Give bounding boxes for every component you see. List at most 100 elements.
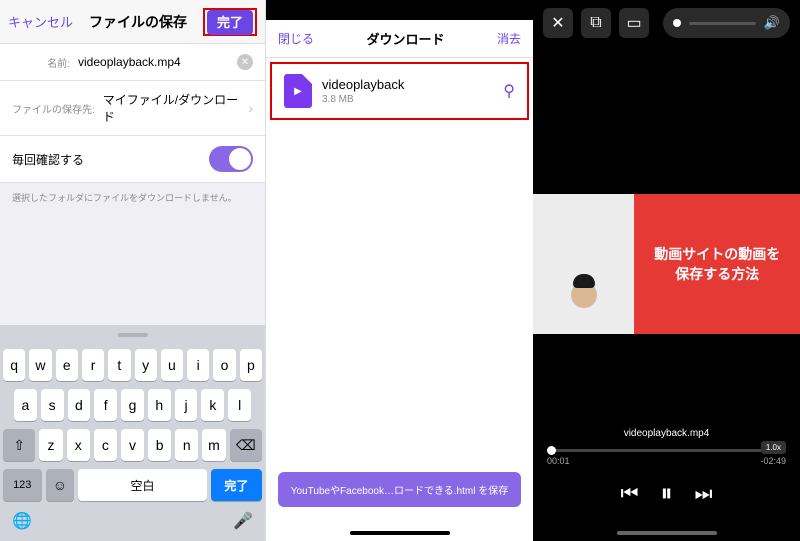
time-labels: 00:01 -02:49: [533, 452, 800, 470]
key-i[interactable]: i: [187, 349, 209, 381]
globe-icon[interactable]: 🌐: [12, 511, 32, 531]
key-h[interactable]: h: [148, 389, 171, 421]
volume-slider[interactable]: 🔊: [663, 8, 790, 38]
filename-input[interactable]: videoplayback.mp4: [78, 55, 237, 69]
home-indicator[interactable]: [617, 531, 717, 535]
clear-button[interactable]: 消去: [497, 30, 521, 47]
download-item[interactable]: ▶ videoplayback 3.8 MB ⚲: [270, 62, 529, 120]
scrub-track: [547, 449, 786, 452]
video-player-panel: ✕ ⧉ ▭ 🔊 動画サイトの動画を 保存する方法 videoplayback.m…: [533, 0, 800, 541]
player-top-bar: ✕ ⧉ ▭ 🔊: [533, 0, 800, 46]
clear-icon[interactable]: ✕: [237, 54, 253, 70]
volume-thumb[interactable]: [673, 19, 681, 27]
key-row-1: q w e r t y u i o p: [0, 345, 265, 385]
keyboard-handle[interactable]: [118, 333, 148, 337]
cast-icon[interactable]: ▭: [619, 8, 649, 38]
key-c[interactable]: c: [94, 429, 117, 461]
keyboard-bottom: 🌐 🎤: [0, 505, 265, 541]
close-icon[interactable]: ✕: [543, 8, 573, 38]
speaker-icon: 🔊: [764, 15, 780, 31]
chevron-right-icon: ›: [248, 100, 253, 116]
downloads-panel: 閉じる ダウンロード 消去 ▶ videoplayback 3.8 MB ⚲ Y…: [266, 0, 533, 541]
status-bar: [266, 0, 533, 20]
toast-message: YouTubeやFacebook…ロードできる.html を保存: [278, 472, 521, 507]
key-t[interactable]: t: [108, 349, 130, 381]
key-row-2: a s d f g h j k l: [0, 385, 265, 425]
thumbnail-text: 動画サイトの動画を 保存する方法: [634, 194, 800, 334]
save-file-panel: キャンセル ファイルの保存 完了 名前: videoplayback.mp4 ✕…: [0, 0, 266, 541]
key-r[interactable]: r: [82, 349, 104, 381]
pause-icon[interactable]: ⏸: [661, 480, 673, 508]
key-s[interactable]: s: [41, 389, 64, 421]
navbar: キャンセル ファイルの保存 完了: [0, 0, 265, 44]
thumb-line1: 動画サイトの動画を: [654, 244, 780, 264]
thumb-line2: 保存する方法: [675, 264, 759, 284]
video-thumbnail[interactable]: 動画サイトの動画を 保存する方法: [533, 194, 800, 334]
key-u[interactable]: u: [161, 349, 183, 381]
thumbnail-person: [533, 194, 634, 334]
key-e[interactable]: e: [56, 349, 78, 381]
key-w[interactable]: w: [29, 349, 51, 381]
home-indicator[interactable]: [350, 531, 450, 535]
key-z[interactable]: z: [39, 429, 62, 461]
remaining-time: -02:49: [760, 456, 786, 466]
delete-key[interactable]: ⌫: [230, 429, 262, 461]
key-k[interactable]: k: [201, 389, 224, 421]
note-text: 選択したフォルダにファイルをダウンロードしません。: [0, 183, 265, 212]
shift-key[interactable]: ⇧: [3, 429, 35, 461]
pip-icon[interactable]: ⧉: [581, 8, 611, 38]
page-title: ファイルの保存: [89, 12, 187, 32]
filename-row[interactable]: 名前: videoplayback.mp4 ✕: [0, 44, 265, 81]
key-row-4: 123 ☺ 空白 完了: [0, 465, 265, 505]
scrub-thumb[interactable]: [547, 446, 556, 455]
key-j[interactable]: j: [175, 389, 198, 421]
space-key[interactable]: 空白: [78, 469, 206, 501]
numeric-key[interactable]: 123: [3, 469, 42, 501]
highlight-box: 完了: [203, 8, 257, 36]
search-icon[interactable]: ⚲: [503, 81, 515, 101]
key-b[interactable]: b: [148, 429, 171, 461]
volume-track: [689, 22, 756, 25]
confirm-toggle[interactable]: [209, 146, 253, 172]
confirm-row: 毎回確認する: [0, 136, 265, 183]
key-x[interactable]: x: [67, 429, 90, 461]
location-value: マイファイル/ダウンロード: [103, 91, 249, 125]
downloads-title: ダウンロード: [366, 29, 444, 48]
name-label: 名前:: [12, 55, 70, 70]
cancel-button[interactable]: キャンセル: [8, 12, 73, 31]
key-m[interactable]: m: [202, 429, 225, 461]
location-label: ファイルの保存先:: [12, 101, 95, 116]
key-q[interactable]: q: [3, 349, 25, 381]
prev-track-icon[interactable]: ⏮: [621, 483, 639, 506]
key-o[interactable]: o: [213, 349, 235, 381]
key-y[interactable]: y: [135, 349, 157, 381]
elapsed-time: 00:01: [547, 456, 570, 466]
key-l[interactable]: l: [228, 389, 251, 421]
keyboard: q w e r t y u i o p a s d f g h j k l ⇧ …: [0, 325, 265, 541]
player-filename: videoplayback.mp4: [533, 428, 800, 439]
video-file-icon: ▶: [284, 74, 312, 108]
scrubber[interactable]: 1.0x: [547, 449, 786, 452]
next-track-icon[interactable]: ⏭: [695, 483, 713, 506]
file-info: videoplayback 3.8 MB: [322, 77, 404, 105]
done-button[interactable]: 完了: [207, 10, 253, 35]
speed-badge[interactable]: 1.0x: [761, 441, 786, 454]
location-row[interactable]: ファイルの保存先: マイファイル/ダウンロード ›: [0, 81, 265, 136]
key-row-3: ⇧ z x c v b n m ⌫: [0, 425, 265, 465]
key-p[interactable]: p: [240, 349, 262, 381]
playback-controls: ⏮ ⏸ ⏭: [533, 480, 800, 508]
key-v[interactable]: v: [121, 429, 144, 461]
close-button[interactable]: 閉じる: [278, 30, 314, 47]
key-n[interactable]: n: [175, 429, 198, 461]
file-size: 3.8 MB: [322, 94, 404, 105]
key-g[interactable]: g: [121, 389, 144, 421]
key-d[interactable]: d: [68, 389, 91, 421]
downloads-navbar: 閉じる ダウンロード 消去: [266, 20, 533, 58]
keyboard-done-key[interactable]: 完了: [211, 469, 262, 501]
confirm-label: 毎回確認する: [12, 151, 84, 168]
key-f[interactable]: f: [94, 389, 117, 421]
key-a[interactable]: a: [14, 389, 37, 421]
mic-icon[interactable]: 🎤: [233, 511, 253, 531]
file-name: videoplayback: [322, 77, 404, 92]
emoji-key[interactable]: ☺: [46, 469, 75, 501]
